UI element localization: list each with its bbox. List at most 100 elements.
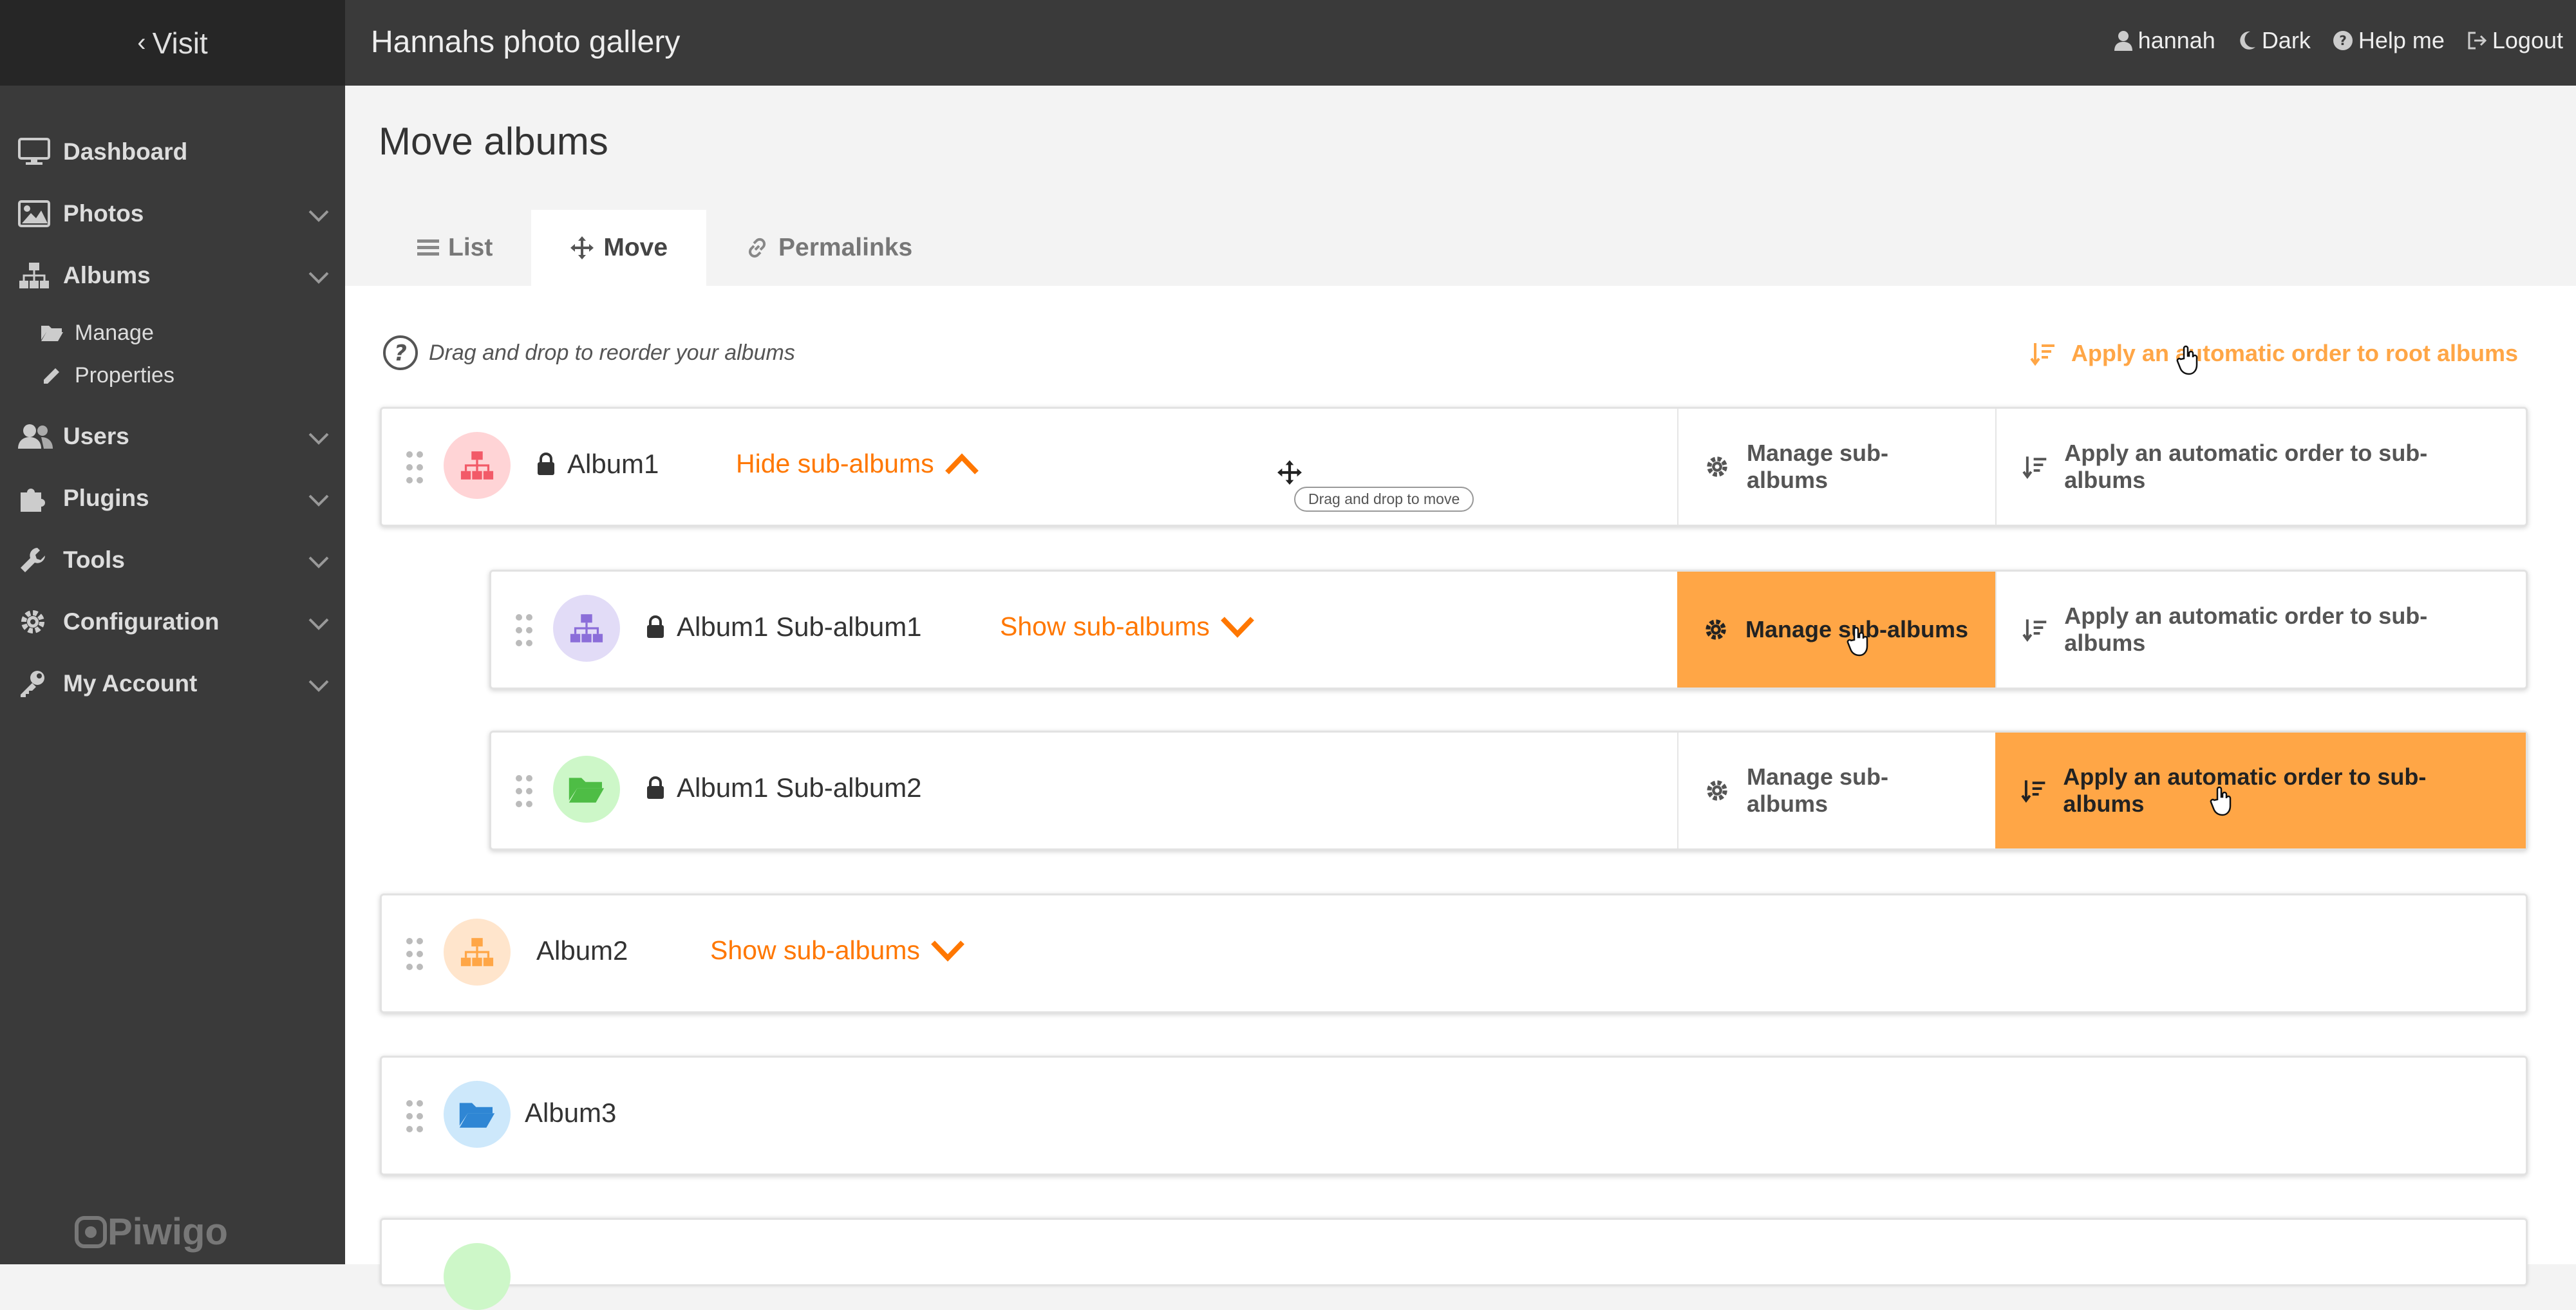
sort-icon [2022,456,2047,479]
drag-tooltip: Drag and drop to move [1294,487,1474,512]
gear-icon [1707,456,1727,477]
sidebar-item-plugins[interactable]: Plugins [0,467,345,529]
sidebar-item-my-account[interactable]: My Account [0,653,345,715]
chevron-down-icon [308,610,330,637]
chevron-down-icon [931,940,964,962]
apply-root-order-button[interactable]: Apply an automatic order to root albums [2030,340,2518,367]
sidebar-item-dashboard[interactable]: Dashboard [0,121,345,183]
hide-sub-albums-toggle[interactable]: Hide sub-albums [736,449,979,479]
sidebar-item-users[interactable]: Users [0,406,345,467]
svg-text:?: ? [2339,33,2347,48]
manage-sub-albums-button[interactable]: Manage sub-albums [1677,409,1995,525]
sidebar-item-tools[interactable]: Tools [0,529,345,591]
chevron-down-icon [308,202,330,229]
album-name-label: Album1 Sub-album2 [677,772,922,803]
drag-handle-icon[interactable] [514,613,534,648]
album-actions: Manage sub-albums Apply an automatic ord… [1677,409,2526,525]
theme-toggle[interactable]: Dark [2237,27,2311,54]
order-label: Apply an automatic order to sub-albums [2064,440,2428,493]
sidebar-item-photos[interactable]: Photos [0,183,345,245]
apply-sub-order-button[interactable]: Apply an automatic order to sub-albums [1995,733,2526,848]
album-folder-icon [444,1081,511,1148]
folder-open-icon [40,323,75,342]
monitor-icon [18,138,63,166]
help-link[interactable]: ? Help me [2333,27,2445,54]
sidebar-item-albums[interactable]: Albums [0,245,345,306]
manage-sub-albums-button[interactable]: Manage sub-albums [1677,572,1995,688]
sidebar-subitem-manage[interactable]: Manage [40,312,345,354]
top-bar: Hannahs photo gallery hannah Dark ? Help… [345,0,2576,86]
lock-icon [538,453,554,475]
order-label: Apply an automatic order to sub-albums [2064,603,2428,656]
moon-icon [2240,31,2255,50]
question-circle-icon: ? [2333,31,2353,50]
chevron-up-icon [945,453,979,474]
move-cursor-icon [1277,460,1302,485]
tab-permalinks[interactable]: Permalinks [706,210,951,286]
album-name: Album3 [525,1098,616,1128]
tab-move[interactable]: Move [531,210,707,286]
chevron-down-icon [308,425,330,452]
image-icon [18,200,63,227]
show-sub-albums-toggle[interactable]: Show sub-albums [710,935,965,966]
wrench-icon [18,545,63,575]
sidebar-item-label: Users [63,423,129,449]
sitemap-icon [18,261,63,290]
toggle-label: Hide sub-albums [736,449,934,478]
question-circle-icon: ? [383,335,418,370]
logout-link[interactable]: Logout [2467,27,2563,54]
manage-sub-albums-button[interactable]: Manage sub-albums [1677,733,1995,848]
chevron-down-icon [1221,616,1254,638]
manage-label: Manage sub-albums [1747,440,1889,493]
sidebar-item-label: My Account [63,670,198,697]
user-link[interactable]: hannah [2114,27,2215,54]
piwigo-logo: Piwigo [74,1210,228,1253]
sort-icon [2022,619,2047,642]
root-order-label: Apply an automatic order to root albums [2071,340,2518,366]
tab-bar: List Move Permalinks [379,210,951,286]
album-actions: Manage sub-albums Apply an automatic ord… [1677,572,2526,688]
chevron-down-icon [308,548,330,575]
apply-sub-order-button[interactable]: Apply an automatic order to sub-albums [1995,572,2526,688]
album-actions: Manage sub-albums Apply an automatic ord… [1677,733,2526,848]
pencil-icon [40,364,75,386]
sidebar-subitem-properties[interactable]: Properties [40,354,345,397]
album-row[interactable] [380,1218,2528,1310]
help-text: Drag and drop to reorder your albums [429,340,795,365]
sidebar-item-configuration[interactable]: Configuration [0,591,345,653]
manage-label: Manage sub-albums [1747,763,1889,817]
tab-list[interactable]: List [379,210,531,286]
drag-handle-icon[interactable] [514,774,534,809]
album-name: Album1 [536,449,659,480]
sidebar-item-label: Plugins [63,485,149,511]
brand-label: Piwigo [108,1211,228,1253]
site-title[interactable]: Hannahs photo gallery [371,24,680,60]
album-row[interactable]: Album2 Show sub-albums [380,894,2528,1013]
visit-link[interactable]: ‹ Visit [0,0,345,86]
sidebar-item-label: Photos [63,200,144,227]
album-row[interactable]: Album1 Sub-album1 Show sub-albums Manage… [489,570,2528,689]
sidebar-item-label: Albums [63,262,151,288]
logout-icon [2468,32,2487,50]
drag-handle-icon[interactable] [405,1099,424,1134]
album-name-label: Album1 [567,449,659,479]
show-sub-albums-toggle[interactable]: Show sub-albums [1000,612,1255,642]
album-row[interactable]: Album3 [380,1056,2528,1175]
chevron-down-icon [308,672,330,699]
drag-handle-icon[interactable] [405,450,424,485]
logout-label: Logout [2492,27,2563,53]
album-name-label: Album1 Sub-album1 [677,612,922,642]
album-name: Album1 Sub-album2 [646,772,922,803]
chevron-down-icon [308,487,330,514]
sidebar-item-label: Tools [63,547,125,573]
key-icon [18,669,63,698]
album-name-label: Album2 [536,935,628,966]
drag-handle-icon[interactable] [405,937,424,971]
puzzle-icon [18,483,63,513]
sidebar-item-label: Dashboard [63,138,188,165]
sidebar-subitem-label: Properties [75,362,174,388]
apply-sub-order-button[interactable]: Apply an automatic order to sub-albums [1995,409,2526,525]
help-label: Help me [2358,27,2445,53]
chevron-left-icon: ‹ [137,28,146,57]
sidebar-item-label: Configuration [63,608,220,635]
